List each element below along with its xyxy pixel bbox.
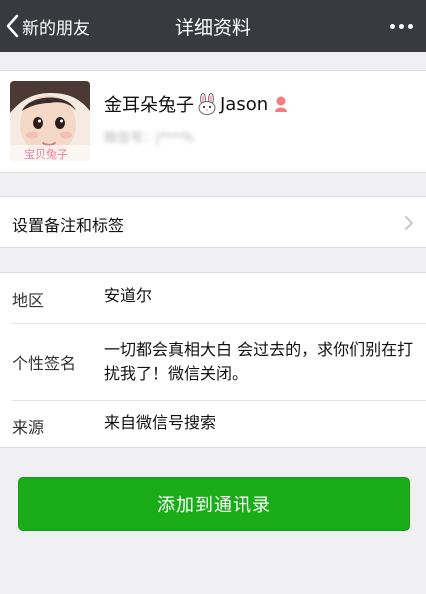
profile-card: 宝贝兔子 金耳朵兔子 Jason 微信号：j****h <box>0 70 426 173</box>
source-label: 来源 <box>12 418 45 437</box>
chevron-left-icon <box>6 14 19 38</box>
signature-value: 一切都会真相大白 会过去的，求你们别在打扰我了！微信关闭。 <box>104 340 414 383</box>
source-value: 来自微信号搜索 <box>104 413 217 432</box>
signature-label: 个性签名 <box>12 354 77 373</box>
set-remark-and-tags[interactable]: 设置备注和标签 <box>0 196 426 248</box>
region-row: 地区 安道尔 <box>0 273 426 323</box>
contact-info-card: 地区 安道尔 个性签名 一切都会真相大白 会过去的，求你们别在打扰我了！微信关闭… <box>0 272 426 448</box>
contact-name: 金耳朵兔子 Jason <box>104 91 290 117</box>
chevron-right-icon <box>405 216 413 230</box>
avatar-caption: 宝贝兔子 <box>24 147 68 161</box>
female-gender-icon <box>275 96 288 112</box>
remark-label: 设置备注和标签 <box>12 216 125 235</box>
more-button[interactable] <box>384 14 418 38</box>
source-row: 来源 来自微信号搜索 <box>0 401 426 449</box>
back-label: 新的朋友 <box>22 18 90 39</box>
wechat-id: 微信号：j****h <box>104 131 194 146</box>
region-value: 安道尔 <box>104 286 153 305</box>
name-suffix: Jason <box>220 93 269 115</box>
rabbit-icon <box>198 93 216 115</box>
region-label: 地区 <box>12 291 45 310</box>
baby-photo-avatar: 宝贝兔子 <box>10 81 90 161</box>
signature-row: 个性签名 一切都会真相大白 会过去的，求你们别在打扰我了！微信关闭。 <box>0 324 426 400</box>
add-to-contacts-button[interactable]: 添加到通讯录 <box>18 477 410 531</box>
back-button[interactable]: 新的朋友 <box>6 10 90 42</box>
nav-bar: 新的朋友 详细资料 <box>0 0 426 52</box>
more-dots-icon <box>389 23 413 29</box>
name-text: 金耳朵兔子 <box>104 95 194 116</box>
avatar[interactable]: 宝贝兔子 <box>10 81 90 161</box>
